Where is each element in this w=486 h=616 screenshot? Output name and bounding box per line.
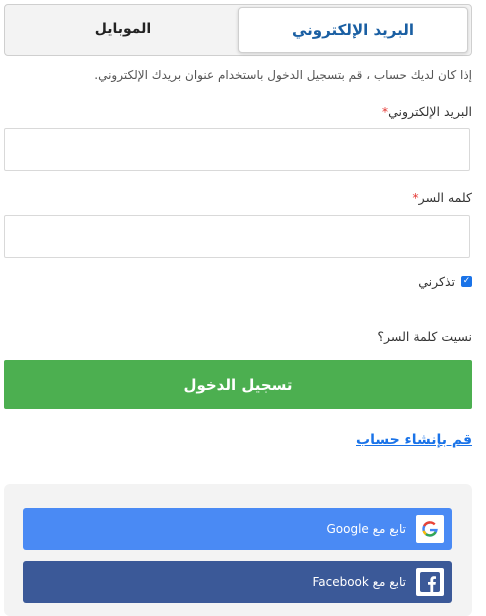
social-login-box: تابع مع Google تابع مع Facebook (4, 484, 472, 616)
login-button-label: تسجيل الدخول (183, 375, 293, 394)
email-label-text: البريد الإلكتروني (388, 104, 472, 119)
password-label-text: كلمه السر (418, 190, 472, 205)
email-label: البريد الإلكتروني* (6, 104, 472, 119)
create-account-link[interactable]: قم بإنشاء حساب (356, 432, 472, 448)
remember-checkbox[interactable]: ✓ (461, 276, 472, 287)
password-field[interactable] (4, 215, 470, 258)
password-label: كلمه السر* (6, 190, 472, 205)
facebook-login-label: تابع مع Facebook (312, 575, 406, 589)
tab-email-label: البريد الإلكتروني (292, 21, 414, 39)
google-login-label: تابع مع Google (326, 522, 407, 536)
remember-me[interactable]: ✓ تذكرني (418, 274, 472, 289)
tab-mobile[interactable]: الموبايل (5, 7, 241, 51)
facebook-login-button[interactable]: تابع مع Facebook (23, 561, 452, 603)
tab-email[interactable]: البريد الإلكتروني (238, 7, 468, 53)
facebook-icon (416, 568, 444, 596)
google-icon (416, 515, 444, 543)
forgot-password-link[interactable]: نسيت كلمة السر؟ (377, 329, 472, 344)
remember-label: تذكرني (418, 274, 455, 289)
login-button[interactable]: تسجيل الدخول (4, 360, 472, 409)
login-tabs: الموبايل البريد الإلكتروني (4, 4, 472, 56)
login-note: إذا كان لديك حساب ، قم بتسجيل الدخول باس… (94, 68, 472, 82)
tab-mobile-label: الموبايل (94, 21, 152, 37)
google-login-button[interactable]: تابع مع Google (23, 508, 452, 550)
email-field[interactable] (4, 128, 470, 171)
